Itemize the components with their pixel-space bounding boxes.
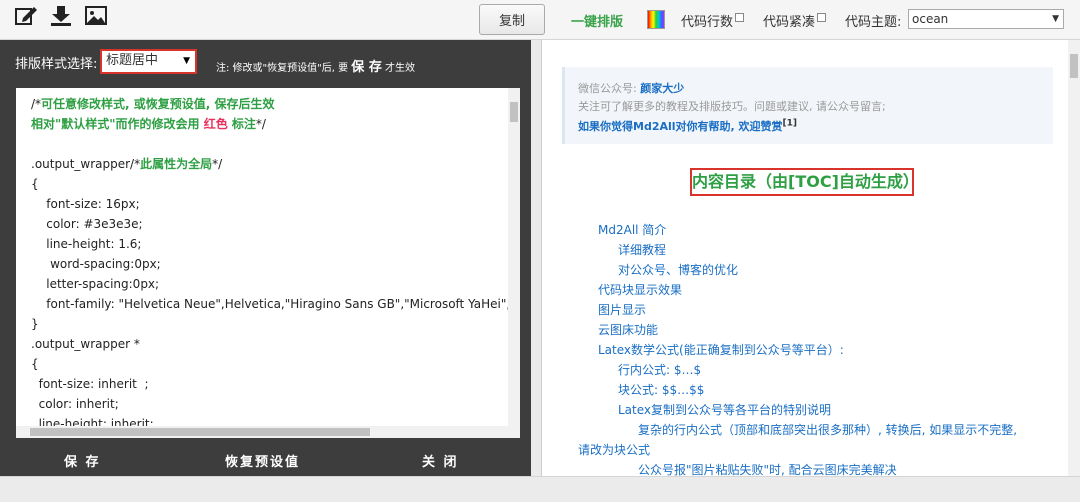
code-token: } xyxy=(31,317,39,331)
code-token: .output_wrapper * xyxy=(31,337,140,351)
toc-item[interactable]: 复杂的行内公式（顶部和底部突出很多那种）, 转换后, 如果显示不完整, xyxy=(638,421,1017,438)
code-token: 红色 xyxy=(203,117,228,131)
one-click-format-button[interactable]: 一键排版 xyxy=(571,11,623,30)
code-token: color: inherit; xyxy=(31,397,119,411)
code-line: word-spacing:0px; xyxy=(31,254,520,274)
code-token: letter-spacing:0px; xyxy=(31,277,160,291)
toc-item[interactable]: 行内公式: $…$ xyxy=(618,361,701,378)
scroll-thumb[interactable] xyxy=(30,428,370,436)
style-editor-panel: 排版样式选择: 标题居中 ▼ 注: 修改或"恢复预设值"后, 要 保 存 才生效… xyxy=(0,40,531,476)
edit-icon[interactable] xyxy=(14,5,38,27)
code-token: font-family: "Helvetica Neue",Helvetica,… xyxy=(31,297,520,311)
code-token: { xyxy=(31,357,39,371)
css-code-text: /*可任意修改样式, 或恢复预设值, 保存后生效 相对"默认样式"而作的修改会用 … xyxy=(31,94,520,434)
code-line: } xyxy=(31,314,520,334)
toc-item[interactable]: Latex数学公式(能正确复制到公众号等平台）: xyxy=(598,341,844,358)
line-numbers-checkbox[interactable] xyxy=(735,13,744,22)
code-token: word-spacing:0px; xyxy=(31,257,161,271)
note-suffix: 才生效 xyxy=(385,63,416,74)
notice-box: 微信公众号: 颜家大少 关注可了解更多的教程及排版技巧。问题或建议, 请公众号留… xyxy=(562,67,1053,144)
preview-vertical-scrollbar[interactable] xyxy=(1068,40,1080,476)
toc-item[interactable]: 请改为块公式 xyxy=(578,441,650,458)
code-token: font-size: inherit ; xyxy=(31,377,149,391)
code-token: font-size: 16px; xyxy=(31,197,140,211)
toc-item[interactable]: 对公众号、博客的优化 xyxy=(618,261,738,278)
theme-label: 代码主题: xyxy=(845,15,902,30)
notice-line2: 关注可了解更多的教程及排版技巧。问题或建议, 请公众号留言; xyxy=(578,100,886,113)
toc-title: 内容目录（由[TOC]自动生成） xyxy=(690,168,919,196)
editor-horizontal-scrollbar[interactable] xyxy=(16,426,520,438)
code-token: { xyxy=(31,177,39,191)
compact-label: 代码紧凑 xyxy=(763,15,816,30)
copy-button[interactable]: 复制 xyxy=(479,4,545,35)
note-save: 保 存 xyxy=(351,60,382,75)
toc-item[interactable]: 块公式: $$…$$ xyxy=(618,381,704,398)
top-toolbar: 复制 一键排版 代码行数 代码紧凑 代码主题: ocean ▼ xyxy=(0,0,1080,40)
image-icon[interactable] xyxy=(84,5,108,27)
restore-defaults-button[interactable]: 恢复预设值 xyxy=(225,451,300,470)
toc-item[interactable]: 图片显示 xyxy=(598,301,646,318)
code-theme-select[interactable]: ocean ▼ xyxy=(908,9,1064,29)
code-token: 相对"默认样式"而作的修改会用 xyxy=(31,117,204,131)
scroll-thumb[interactable] xyxy=(510,102,518,122)
footnote-ref[interactable]: [1] xyxy=(783,118,798,128)
notice-help-text: 如果你觉得Md2All对你有帮助, 欢迎赞赏 xyxy=(578,120,783,133)
code-line: { xyxy=(31,174,520,194)
toc-item[interactable]: 公众号报"图片粘贴失败"时, 配合云图床完美解决 xyxy=(638,461,897,476)
toc-item[interactable]: Md2All 简介 xyxy=(598,221,666,238)
notice-account: 颜家大少 xyxy=(640,82,685,95)
chevron-down-icon: ▼ xyxy=(183,56,190,66)
code-line: 相对"默认样式"而作的修改会用 红色 标注*/ xyxy=(31,114,520,134)
color-picker-icon[interactable] xyxy=(647,10,665,29)
close-button[interactable]: 关 闭 xyxy=(422,451,459,470)
code-line: .output_wrapper * xyxy=(31,334,520,354)
toc-item[interactable]: Latex复制到公众号等各平台的特别说明 xyxy=(618,401,831,418)
toc-item[interactable]: 代码块显示效果 xyxy=(598,281,682,298)
preview-panel: 微信公众号: 颜家大少 关注可了解更多的教程及排版技巧。问题或建议, 请公众号留… xyxy=(541,40,1080,476)
code-token: */ xyxy=(212,157,223,171)
code-theme-value: ocean xyxy=(912,12,949,26)
code-line: color: #3e3e3e; xyxy=(31,214,520,234)
style-select-value: 标题居中 xyxy=(106,53,159,68)
style-select-label: 排版样式选择: xyxy=(15,57,98,72)
save-note: 注: 修改或"恢复预设值"后, 要 保 存 才生效 xyxy=(216,56,415,75)
compact-checkbox[interactable] xyxy=(817,13,826,22)
code-token: 标注 xyxy=(227,117,256,131)
toc-item[interactable]: 详细教程 xyxy=(618,241,666,258)
code-line: { xyxy=(31,354,520,374)
code-token: line-height: 1.6; xyxy=(31,237,142,251)
code-token: color: #3e3e3e; xyxy=(31,217,143,231)
editor-vertical-scrollbar[interactable] xyxy=(508,88,520,426)
note-prefix: 注: 修改或"恢复预设值"后, 要 xyxy=(216,63,349,74)
status-bar xyxy=(0,476,1080,502)
style-select[interactable]: 标题居中 ▼ xyxy=(100,49,197,74)
notice-prefix: 微信公众号: xyxy=(578,82,641,95)
save-button[interactable]: 保 存 xyxy=(64,451,101,470)
notice-account-line: 微信公众号: 颜家大少 xyxy=(578,80,684,96)
scroll-thumb[interactable] xyxy=(1070,54,1078,78)
toc-item[interactable]: 云图床功能 xyxy=(598,321,658,338)
download-icon[interactable] xyxy=(49,5,73,27)
code-line: font-family: "Helvetica Neue",Helvetica,… xyxy=(31,294,520,314)
line-numbers-label: 代码行数 xyxy=(681,15,734,30)
code-line: color: inherit; xyxy=(31,394,520,414)
code-line: ​ xyxy=(31,134,520,154)
code-line: .output_wrapper/*此属性为全局*/ xyxy=(31,154,520,174)
code-token: /* xyxy=(31,97,42,111)
code-line: font-size: 16px; xyxy=(31,194,520,214)
notice-help-line: 如果你觉得Md2All对你有帮助, 欢迎赞赏[1] xyxy=(578,118,797,134)
css-code-editor[interactable]: /*可任意修改样式, 或恢复预设值, 保存后生效 相对"默认样式"而作的修改会用 … xyxy=(16,88,520,438)
code-token: .output_wrapper/* xyxy=(31,157,141,171)
code-line: line-height: 1.6; xyxy=(31,234,520,254)
code-token: 可任意修改样式, 或恢复预设值, 保存后生效 xyxy=(41,97,275,111)
code-line: letter-spacing:0px; xyxy=(31,274,520,294)
chevron-down-icon: ▼ xyxy=(1052,14,1059,24)
code-line: font-size: inherit ; xyxy=(31,374,520,394)
code-line: /*可任意修改样式, 或恢复预设值, 保存后生效 xyxy=(31,94,520,114)
code-token: */ xyxy=(255,117,266,131)
code-token: 此属性为全局 xyxy=(140,157,213,171)
